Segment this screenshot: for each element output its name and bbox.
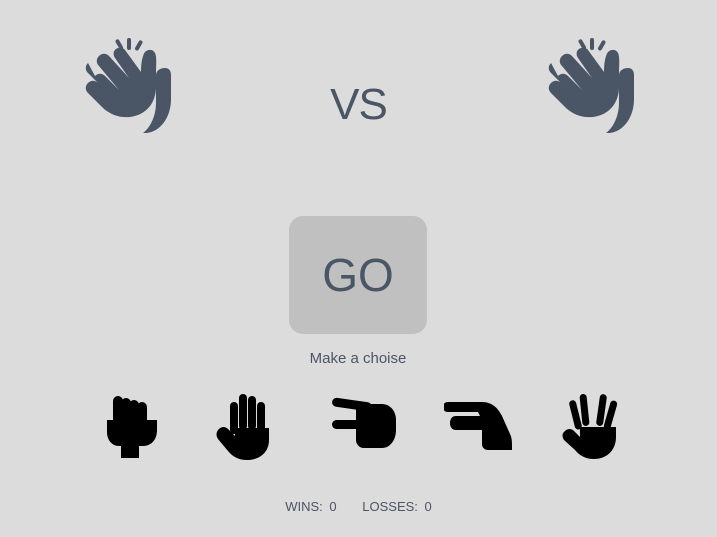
- rock-fist-icon: [107, 396, 157, 458]
- computer-waving-hands-icon: [540, 36, 640, 136]
- go-button[interactable]: GO: [289, 216, 427, 334]
- vs-label: VS: [330, 80, 388, 129]
- wins-label: WINS:: [285, 499, 323, 514]
- losses-value: 0: [424, 499, 432, 514]
- scoreboard: WINS: 0 LOSSES: 0: [0, 499, 717, 514]
- losses-label: LOSSES:: [362, 499, 418, 514]
- spock-choice-button[interactable]: [560, 390, 630, 460]
- wins-counter: WINS: 0: [285, 499, 340, 514]
- rock-choice-button[interactable]: [97, 390, 167, 460]
- paper-hand-icon: [216, 394, 269, 460]
- player-waving-hands-icon: [77, 36, 177, 136]
- lizard-choice-button[interactable]: [443, 390, 514, 460]
- choice-bar: [0, 390, 717, 460]
- scissors-hand-icon: [332, 397, 396, 448]
- losses-counter: LOSSES: 0: [362, 499, 432, 514]
- game-stage: VS GO Make a choise WINS: 0 LOSSES: 0: [0, 0, 717, 537]
- paper-choice-button[interactable]: [212, 390, 282, 460]
- lizard-hand-icon: [443, 402, 512, 450]
- wins-value: 0: [329, 499, 337, 514]
- status-message: Make a choise: [309, 350, 407, 367]
- scissors-choice-button[interactable]: [328, 390, 398, 460]
- spock-hand-icon: [562, 394, 618, 459]
